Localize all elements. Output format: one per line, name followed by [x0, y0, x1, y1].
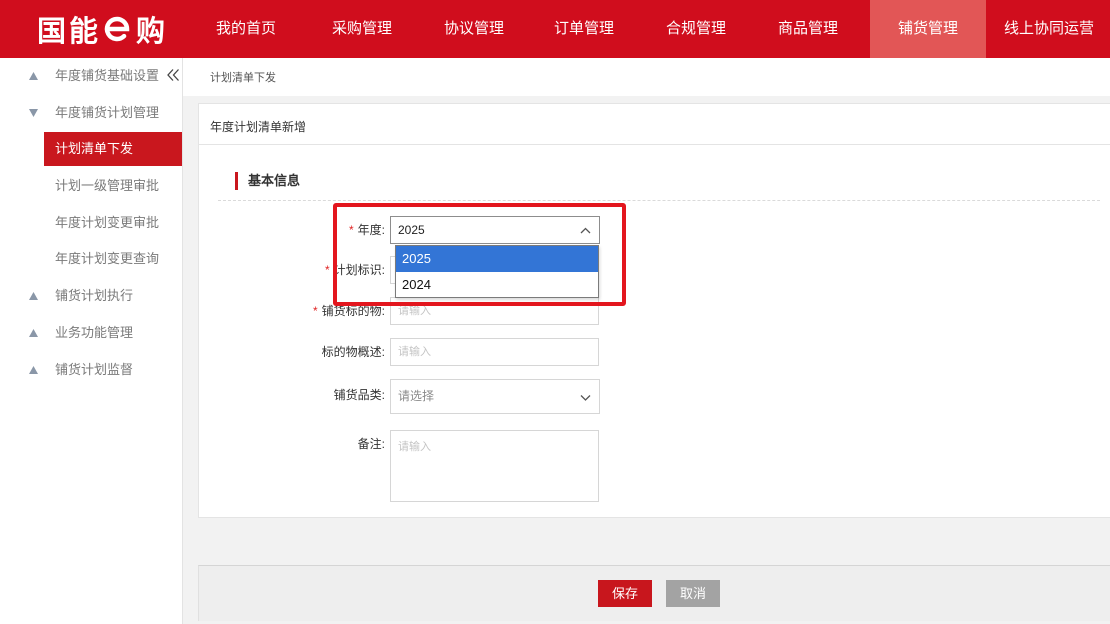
section-title: 基本信息 [248, 173, 301, 188]
form-row-year: * 年度: 2025 2025 2024 [285, 216, 615, 298]
nav-item-compliance[interactable]: 合规管理 [638, 0, 754, 58]
sidebar: 年度铺货基础设置 年度铺货计划管理 计划清单下发 计划一级管理审批 年度计划变更… [0, 58, 183, 624]
section-accent-bar [235, 172, 238, 190]
target-input[interactable] [390, 297, 599, 325]
logo-text-part2: 购 [136, 16, 169, 48]
breadcrumb: 计划清单下发 [183, 58, 1110, 96]
page-title: 年度计划清单新增 [210, 120, 307, 134]
card-header: 年度计划清单新增 [199, 104, 1110, 145]
sidebar-group-plan-execution[interactable]: 铺货计划执行 [0, 278, 182, 315]
cancel-button[interactable]: 取消 [666, 580, 720, 607]
sidebar-item-label: 年度铺货基础设置 [55, 68, 160, 83]
target-label-text: 铺货标的物: [321, 304, 385, 318]
triangle-up-icon [29, 72, 38, 80]
year-select-value: 2025 [398, 223, 425, 237]
required-mark: * [324, 263, 330, 277]
nav-item-product[interactable]: 商品管理 [750, 0, 866, 58]
sidebar-menu: 年度铺货基础设置 年度铺货计划管理 计划清单下发 计划一级管理审批 年度计划变更… [0, 58, 182, 388]
e-logo-icon [104, 16, 130, 42]
nav-item-order[interactable]: 订单管理 [526, 0, 642, 58]
nav-item-home[interactable]: 我的首页 [188, 0, 304, 58]
year-option[interactable]: 2024 [396, 272, 598, 298]
triangle-up-icon [29, 328, 38, 337]
nav-item-distribution[interactable]: 铺货管理 [870, 0, 986, 58]
form-row-remark: 备注: [285, 430, 615, 502]
required-mark: * [348, 223, 354, 237]
sidebar-item-label: 年度计划变更审批 [55, 214, 160, 230]
target-description-input[interactable] [390, 338, 599, 366]
required-mark: * [312, 304, 318, 318]
year-label: * 年度: [285, 216, 385, 244]
sidebar-item-label: 计划清单下发 [55, 141, 134, 157]
target-label: * 铺货标的物: [285, 297, 385, 325]
sidebar-group-annual-basic-settings[interactable]: 年度铺货基础设置 [0, 58, 182, 95]
sidebar-item-annual-plan-change-approval[interactable]: 年度计划变更审批 [0, 205, 182, 242]
plan-id-label: * 计划标识: [285, 256, 385, 284]
year-label-text: 年度: [357, 223, 385, 237]
sidebar-group-plan-supervision[interactable]: 铺货计划监督 [0, 352, 182, 389]
year-option[interactable]: 2025 [396, 246, 598, 272]
year-dropdown-list: 2025 2024 [395, 245, 599, 298]
target-description-label: 标的物概述: [321, 345, 385, 359]
sidebar-item-label: 业务功能管理 [55, 324, 134, 340]
form-footer: 保存 取消 [198, 565, 1110, 621]
form-row-target-description: 标的物概述: [285, 338, 615, 366]
sidebar-item-label: 铺货计划监督 [55, 361, 134, 377]
logo-text-part1: 国能 [37, 16, 102, 48]
form-row-category: 铺货品类: 请选择 [285, 379, 615, 414]
nav-item-agreement[interactable]: 协议管理 [416, 0, 532, 58]
remark-label: 备注: [357, 437, 385, 451]
sidebar-item-label: 铺货计划执行 [55, 288, 134, 304]
sidebar-item-label: 计划一级管理审批 [55, 178, 160, 194]
top-header: 国能 购 我的首页 采购管理 协议管理 订单管理 合规管理 商品管理 铺货管理 … [0, 0, 1110, 58]
sidebar-group-annual-plan-management[interactable]: 年度铺货计划管理 [0, 95, 182, 132]
triangle-up-icon [29, 365, 38, 374]
form-row-target: * 铺货标的物: [285, 297, 615, 325]
nav-item-online-collaboration[interactable]: 线上协同运营 [991, 0, 1107, 58]
section-divider [218, 200, 1100, 201]
double-chevron-left-icon[interactable] [166, 68, 180, 82]
sidebar-item-plan-first-level-approval[interactable]: 计划一级管理审批 [0, 168, 182, 205]
chevron-down-icon [580, 395, 591, 401]
category-select-placeholder: 请选择 [398, 389, 435, 403]
breadcrumb-current: 计划清单下发 [210, 72, 276, 84]
form-card: 年度计划清单新增 基本信息 * 年度: 2025 2025 2024 * 计划标识:… [198, 103, 1110, 518]
triangle-down-icon [29, 108, 38, 117]
remark-textarea[interactable] [390, 430, 599, 502]
plan-id-label-text: 计划标识: [333, 263, 385, 277]
save-button[interactable]: 保存 [598, 580, 652, 607]
nav-item-procurement[interactable]: 采购管理 [304, 0, 420, 58]
logo[interactable]: 国能 购 [37, 7, 168, 51]
category-select[interactable]: 请选择 [390, 379, 600, 414]
sidebar-group-business-functions[interactable]: 业务功能管理 [0, 315, 182, 352]
sidebar-item-label: 年度计划变更查询 [55, 251, 160, 267]
sidebar-item-annual-plan-change-query[interactable]: 年度计划变更查询 [0, 241, 182, 278]
chevron-up-icon [580, 227, 591, 234]
triangle-up-icon [29, 292, 38, 301]
year-select[interactable]: 2025 [390, 216, 600, 244]
sidebar-item-label: 年度铺货计划管理 [55, 104, 160, 120]
category-label: 铺货品类: [333, 388, 385, 402]
sidebar-item-plan-list-issue[interactable]: 计划清单下发 [44, 132, 182, 167]
